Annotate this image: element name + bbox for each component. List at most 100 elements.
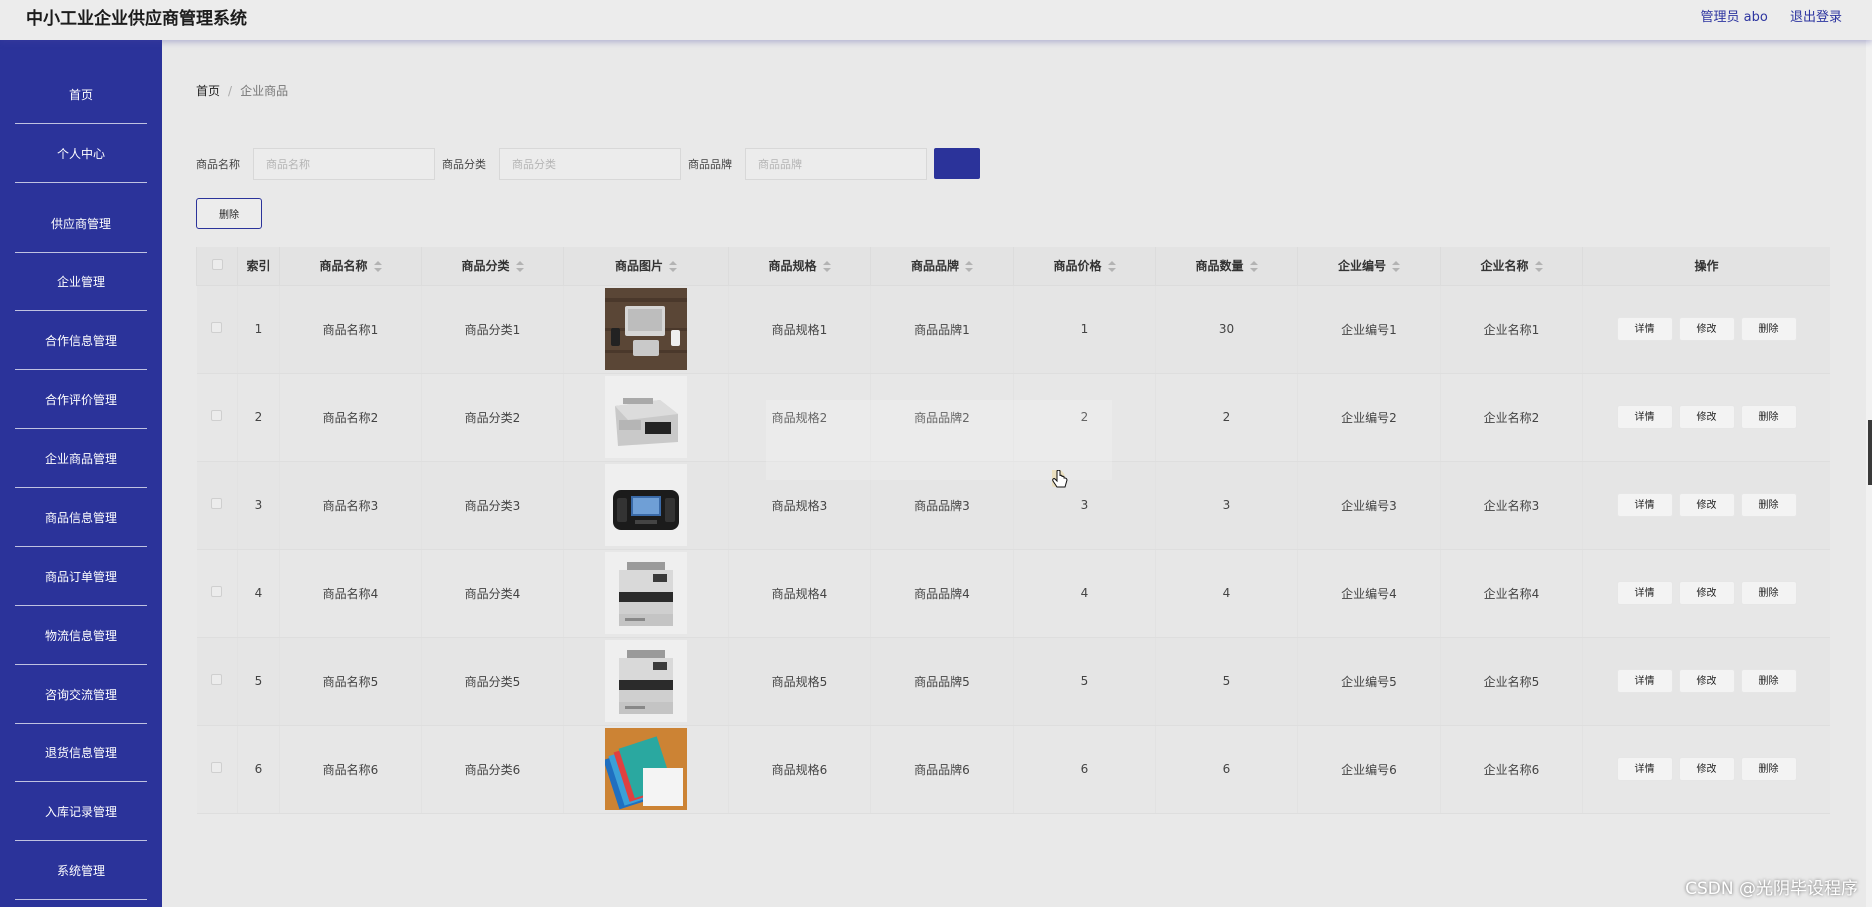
row-actions: 详情 修改 删除 (1582, 285, 1830, 374)
header-company-no[interactable]: 企业编号 (1297, 247, 1441, 286)
page-scrollbar-thumb[interactable] (1868, 420, 1872, 485)
sidebar-item-consultation[interactable]: 咨询交流管理 (15, 666, 147, 724)
delete-button[interactable]: 删除 (1740, 757, 1797, 781)
sidebar-item-label: 退货信息管理 (44, 746, 117, 760)
current-user[interactable]: 管理员 abo (1701, 10, 1768, 25)
cell-company-name: 企业名称5 (1440, 637, 1583, 726)
header-label: 商品品牌 (910, 259, 959, 274)
header-category[interactable]: 商品分类 (421, 247, 564, 286)
row-checkbox[interactable] (211, 586, 223, 597)
delete-button[interactable]: 删除 (1740, 317, 1797, 341)
edit-button[interactable]: 修改 (1678, 493, 1735, 517)
edit-button[interactable]: 修改 (1678, 669, 1735, 693)
edit-button[interactable]: 修改 (1678, 581, 1735, 605)
sidebar-item-label: 商品信息管理 (44, 511, 117, 525)
logout-link[interactable]: 退出登录 (1790, 10, 1842, 25)
sort-icon[interactable] (515, 261, 524, 273)
sort-icon[interactable] (1534, 261, 1543, 273)
header-label: 企业编号 (1337, 259, 1386, 274)
row-actions: 详情 修改 删除 (1582, 373, 1830, 462)
cell-index: 2 (237, 373, 280, 462)
cell-company-no: 企业编号1 (1297, 285, 1441, 374)
detail-button[interactable]: 详情 (1616, 669, 1673, 693)
edit-button[interactable]: 修改 (1678, 757, 1735, 781)
sort-icon[interactable] (1249, 261, 1258, 273)
edit-button[interactable]: 修改 (1678, 405, 1735, 429)
header-name[interactable]: 商品名称 (279, 247, 422, 286)
cell-name: 商品名称4 (279, 549, 422, 638)
row-checkbox[interactable] (211, 410, 223, 421)
edit-button[interactable]: 修改 (1678, 317, 1735, 341)
delete-button[interactable]: 删除 (1740, 669, 1797, 693)
cell-quantity: 3 (1155, 461, 1298, 550)
sidebar-item-system[interactable]: 系统管理 (15, 842, 147, 900)
sidebar-item-product-info[interactable]: 商品信息管理 (15, 489, 147, 547)
sidebar: 首页 个人中心 供应商管理 企业管理 合作信息管理 合作评价管理 企业商品管理 … (0, 40, 162, 907)
delete-button[interactable]: 删除 (1740, 581, 1797, 605)
sidebar-item-enterprise-products[interactable]: 企业商品管理 (15, 430, 147, 488)
cell-index: 6 (237, 725, 280, 814)
header-quantity[interactable]: 商品数量 (1155, 247, 1298, 286)
select-all-checkbox[interactable] (211, 258, 223, 270)
sidebar-item-inbound-records[interactable]: 入库记录管理 (15, 783, 147, 841)
breadcrumb-home[interactable]: 首页 (196, 84, 220, 98)
product-brand-input[interactable] (745, 148, 927, 180)
watermark: CSDN @光阴毕设程序 (1685, 879, 1858, 899)
search-button[interactable] (934, 148, 980, 179)
sort-icon[interactable] (965, 261, 973, 273)
detail-button[interactable]: 详情 (1616, 581, 1673, 605)
delete-button[interactable]: 删除 (1740, 493, 1797, 517)
sidebar-item-home[interactable]: 首页 (15, 66, 147, 124)
sidebar-item-label: 合作信息管理 (44, 334, 117, 348)
sort-icon[interactable] (1107, 261, 1116, 273)
cell-index: 4 (237, 549, 280, 638)
sidebar-item-cooperation-info[interactable]: 合作信息管理 (15, 312, 147, 370)
cell-quantity: 2 (1155, 373, 1298, 462)
sidebar-item-cooperation-review[interactable]: 合作评价管理 (15, 371, 147, 429)
header-spec[interactable]: 商品规格 (728, 247, 871, 286)
cell-name: 商品名称6 (279, 725, 422, 814)
cell-quantity: 6 (1155, 725, 1298, 814)
row-checkbox[interactable] (211, 498, 223, 509)
header-price[interactable]: 商品价格 (1013, 247, 1156, 286)
sidebar-item-personal-center[interactable]: 个人中心 (15, 125, 147, 183)
sidebar-item-enterprise[interactable]: 企业管理 (15, 253, 147, 311)
product-name-input[interactable] (253, 148, 435, 180)
header-label: 操作 (1694, 259, 1719, 274)
header-brand[interactable]: 商品品牌 (870, 247, 1014, 286)
batch-delete-button[interactable]: 删除 (196, 198, 262, 229)
cell-company-name: 企业名称6 (1440, 725, 1583, 814)
sort-icon[interactable] (669, 261, 677, 273)
sort-icon[interactable] (373, 261, 382, 273)
delete-button[interactable]: 删除 (1740, 405, 1797, 429)
detail-button[interactable]: 详情 (1616, 493, 1673, 517)
cell-category: 商品分类6 (421, 725, 564, 814)
cell-index: 3 (237, 461, 280, 550)
sidebar-item-product-orders[interactable]: 商品订单管理 (15, 548, 147, 606)
row-checkbox[interactable] (211, 322, 223, 333)
cell-company-no: 企业编号3 (1297, 461, 1441, 550)
sort-icon[interactable] (822, 261, 831, 273)
header-company-name[interactable]: 企业名称 (1440, 247, 1583, 286)
detail-button[interactable]: 详情 (1616, 405, 1673, 429)
sidebar-item-logistics[interactable]: 物流信息管理 (15, 607, 147, 665)
row-checkbox[interactable] (211, 674, 223, 685)
header-image[interactable]: 商品图片 (563, 247, 729, 286)
sort-icon[interactable] (1392, 261, 1400, 273)
money-counter-photo (605, 376, 687, 458)
sidebar-item-label: 首页 (68, 88, 93, 102)
breadcrumb: 首页 / 企业商品 (196, 82, 288, 99)
detail-button[interactable]: 详情 (1616, 757, 1673, 781)
sidebar-item-returns[interactable]: 退货信息管理 (15, 724, 147, 782)
cell-price: 1 (1013, 285, 1156, 374)
sidebar-item-supplier[interactable]: 供应商管理 (15, 195, 147, 253)
sidebar-item-label: 商品订单管理 (44, 570, 117, 584)
product-table: 索引 商品名称 商品分类 商品图片 商品规格 商品品牌 商品价格 商品数量 企业… (196, 247, 1830, 907)
app-title: 中小工业企业供应商管理系统 (26, 9, 247, 29)
row-actions: 详情 修改 删除 (1582, 549, 1830, 638)
table-header-row: 索引 商品名称 商品分类 商品图片 商品规格 商品品牌 商品价格 商品数量 企业… (196, 247, 1830, 286)
cell-image (563, 285, 729, 374)
detail-button[interactable]: 详情 (1616, 317, 1673, 341)
product-category-input[interactable] (499, 148, 681, 180)
row-checkbox[interactable] (211, 762, 223, 773)
